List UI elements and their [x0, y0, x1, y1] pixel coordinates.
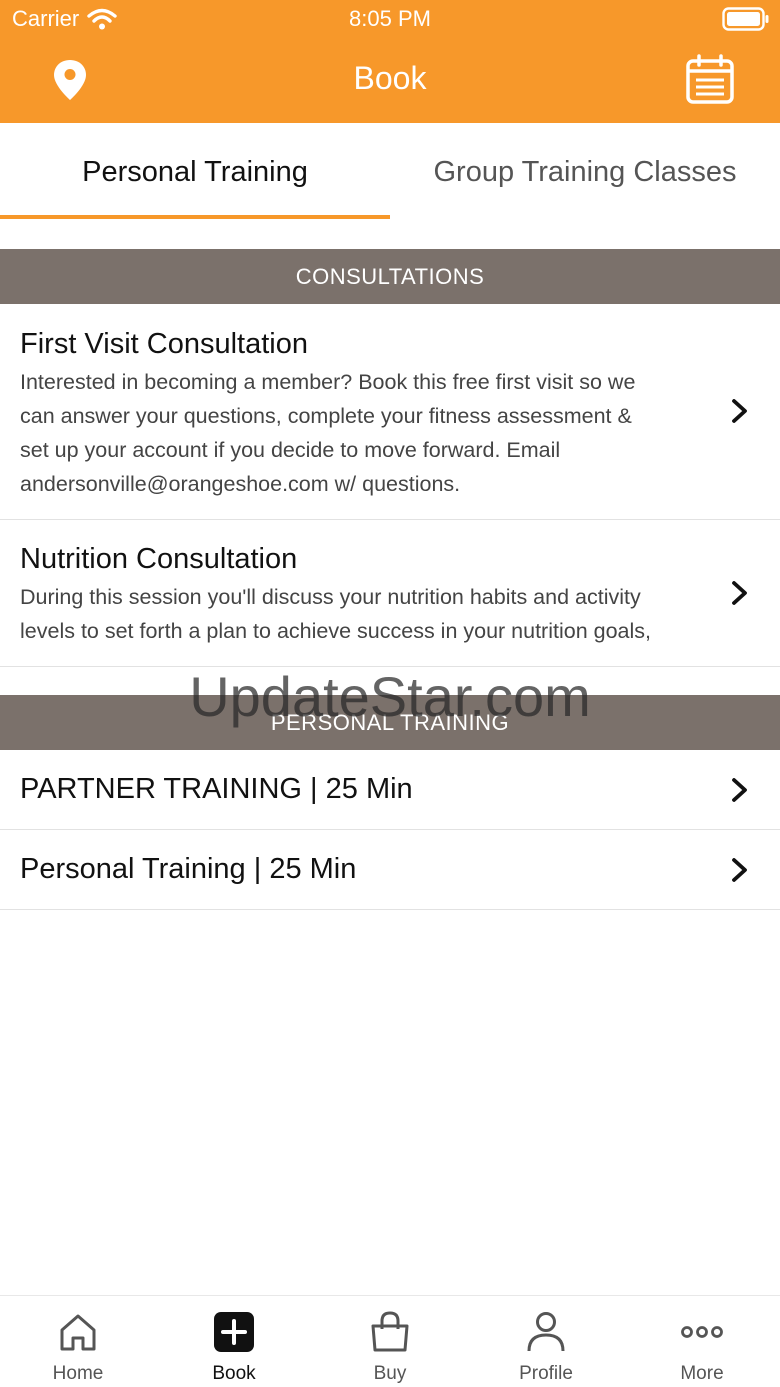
tabbar-label: Profile [519, 1363, 573, 1384]
list-item-personal-training[interactable]: Personal Training | 25 Min [0, 830, 780, 910]
page-title: Book [353, 60, 427, 96]
tabbar-item-more[interactable]: More [624, 1296, 780, 1387]
tabbar-item-profile[interactable]: Profile [468, 1296, 624, 1387]
tabbar-item-home[interactable]: Home [0, 1296, 156, 1387]
chevron-right-icon [732, 778, 747, 802]
shopping-bag-icon [371, 1311, 409, 1352]
status-time: 8:05 PM [349, 6, 431, 31]
list-item-nutrition-consultation[interactable]: Nutrition Consultation During this sessi… [0, 520, 780, 667]
tabbar-label: Home [52, 1363, 104, 1384]
description-line: During this session you'll discuss your … [20, 585, 641, 609]
tabbar-label: Buy [373, 1363, 407, 1384]
item-title: Nutrition Consultation [20, 543, 298, 575]
item-description: During this session you'll discuss your … [20, 580, 720, 648]
tabbar-item-buy[interactable]: Buy [312, 1296, 468, 1387]
description-line: levels to set forth a plan to achieve su… [20, 619, 652, 643]
more-dots-icon [681, 1326, 723, 1338]
home-icon [60, 1314, 96, 1351]
tabbar-label: More [680, 1363, 724, 1384]
tab-personal-training[interactable]: Personal Training [0, 123, 390, 221]
item-title: First Visit Consultation [20, 328, 308, 360]
battery-icon [722, 7, 769, 31]
segmented-tabs: Personal Training Group Training Classes [0, 123, 780, 221]
person-icon [527, 1312, 565, 1352]
plus-square-icon [214, 1312, 254, 1352]
section-header-consultations: CONSULTATIONS [0, 249, 780, 304]
item-title: Personal Training | 25 Min [20, 853, 357, 885]
tab-group-training-classes[interactable]: Group Training Classes [390, 123, 780, 221]
chevron-right-icon [732, 399, 747, 423]
section-header-personal-training: PERSONAL TRAINING [0, 695, 780, 750]
item-description: Interested in becoming a member? Book th… [20, 365, 720, 501]
chevron-right-icon [732, 858, 747, 882]
chevron-right-icon [732, 581, 747, 605]
description-line: Interested in becoming a member? Book th… [20, 370, 636, 394]
description-line: andersonville@orangeshoe.com w/ question… [20, 472, 461, 496]
description-line: set up your account if you decide to mov… [20, 438, 561, 462]
calendar-icon[interactable] [684, 54, 736, 106]
tabbar-label: Book [212, 1363, 256, 1384]
description-line: can answer your questions, complete your… [20, 404, 632, 428]
item-title: PARTNER TRAINING | 25 Min [20, 773, 413, 805]
list-item-partner-training[interactable]: PARTNER TRAINING | 25 Min [0, 750, 780, 830]
bottom-tab-bar: Home Book Buy Profile More [0, 1295, 780, 1387]
list-item-first-visit-consultation[interactable]: First Visit Consultation Interested in b… [0, 304, 780, 520]
app-header: Carrier 8:05 PM Book [0, 0, 780, 123]
status-bar: Carrier 8:05 PM [0, 0, 780, 40]
tabbar-item-book[interactable]: Book [156, 1296, 312, 1387]
